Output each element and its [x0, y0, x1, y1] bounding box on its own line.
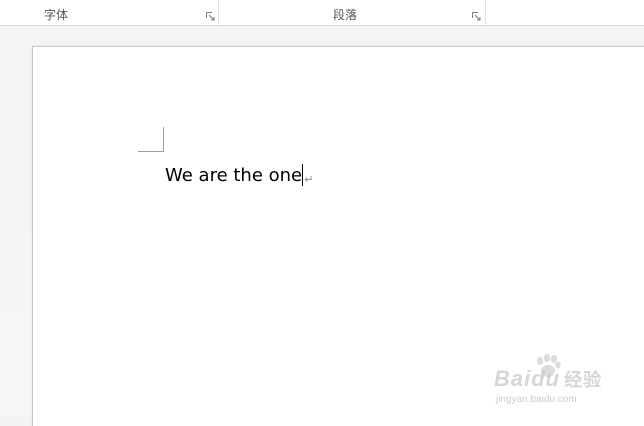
- document-text[interactable]: We are the one: [165, 165, 302, 186]
- font-dialog-launcher-icon[interactable]: [206, 12, 215, 21]
- paragraph-group-label: 段落: [333, 8, 358, 22]
- watermark-brand-cn: 经验: [564, 370, 603, 390]
- font-group-label: 字体: [44, 8, 69, 22]
- paragraph-group: 段落: [219, 0, 486, 25]
- document-text-line[interactable]: We are the one ↵: [165, 164, 313, 192]
- paragraph-mark-icon: ↵: [304, 173, 314, 186]
- ribbon-group-labels: 字体 段落: [0, 0, 644, 26]
- font-group: 字体: [0, 0, 219, 25]
- text-cursor: [302, 164, 304, 186]
- watermark-brand: Baidu 经验: [494, 366, 602, 392]
- baidu-jingyan-watermark: Baidu 经验 jingyan.baidu.com: [494, 354, 614, 410]
- paragraph-dialog-launcher-icon[interactable]: [472, 12, 481, 21]
- watermark-url: jingyan.baidu.com: [496, 394, 577, 405]
- watermark-brand-latin: Baidu: [494, 366, 561, 391]
- text-boundary-corner-mark: [138, 127, 164, 152]
